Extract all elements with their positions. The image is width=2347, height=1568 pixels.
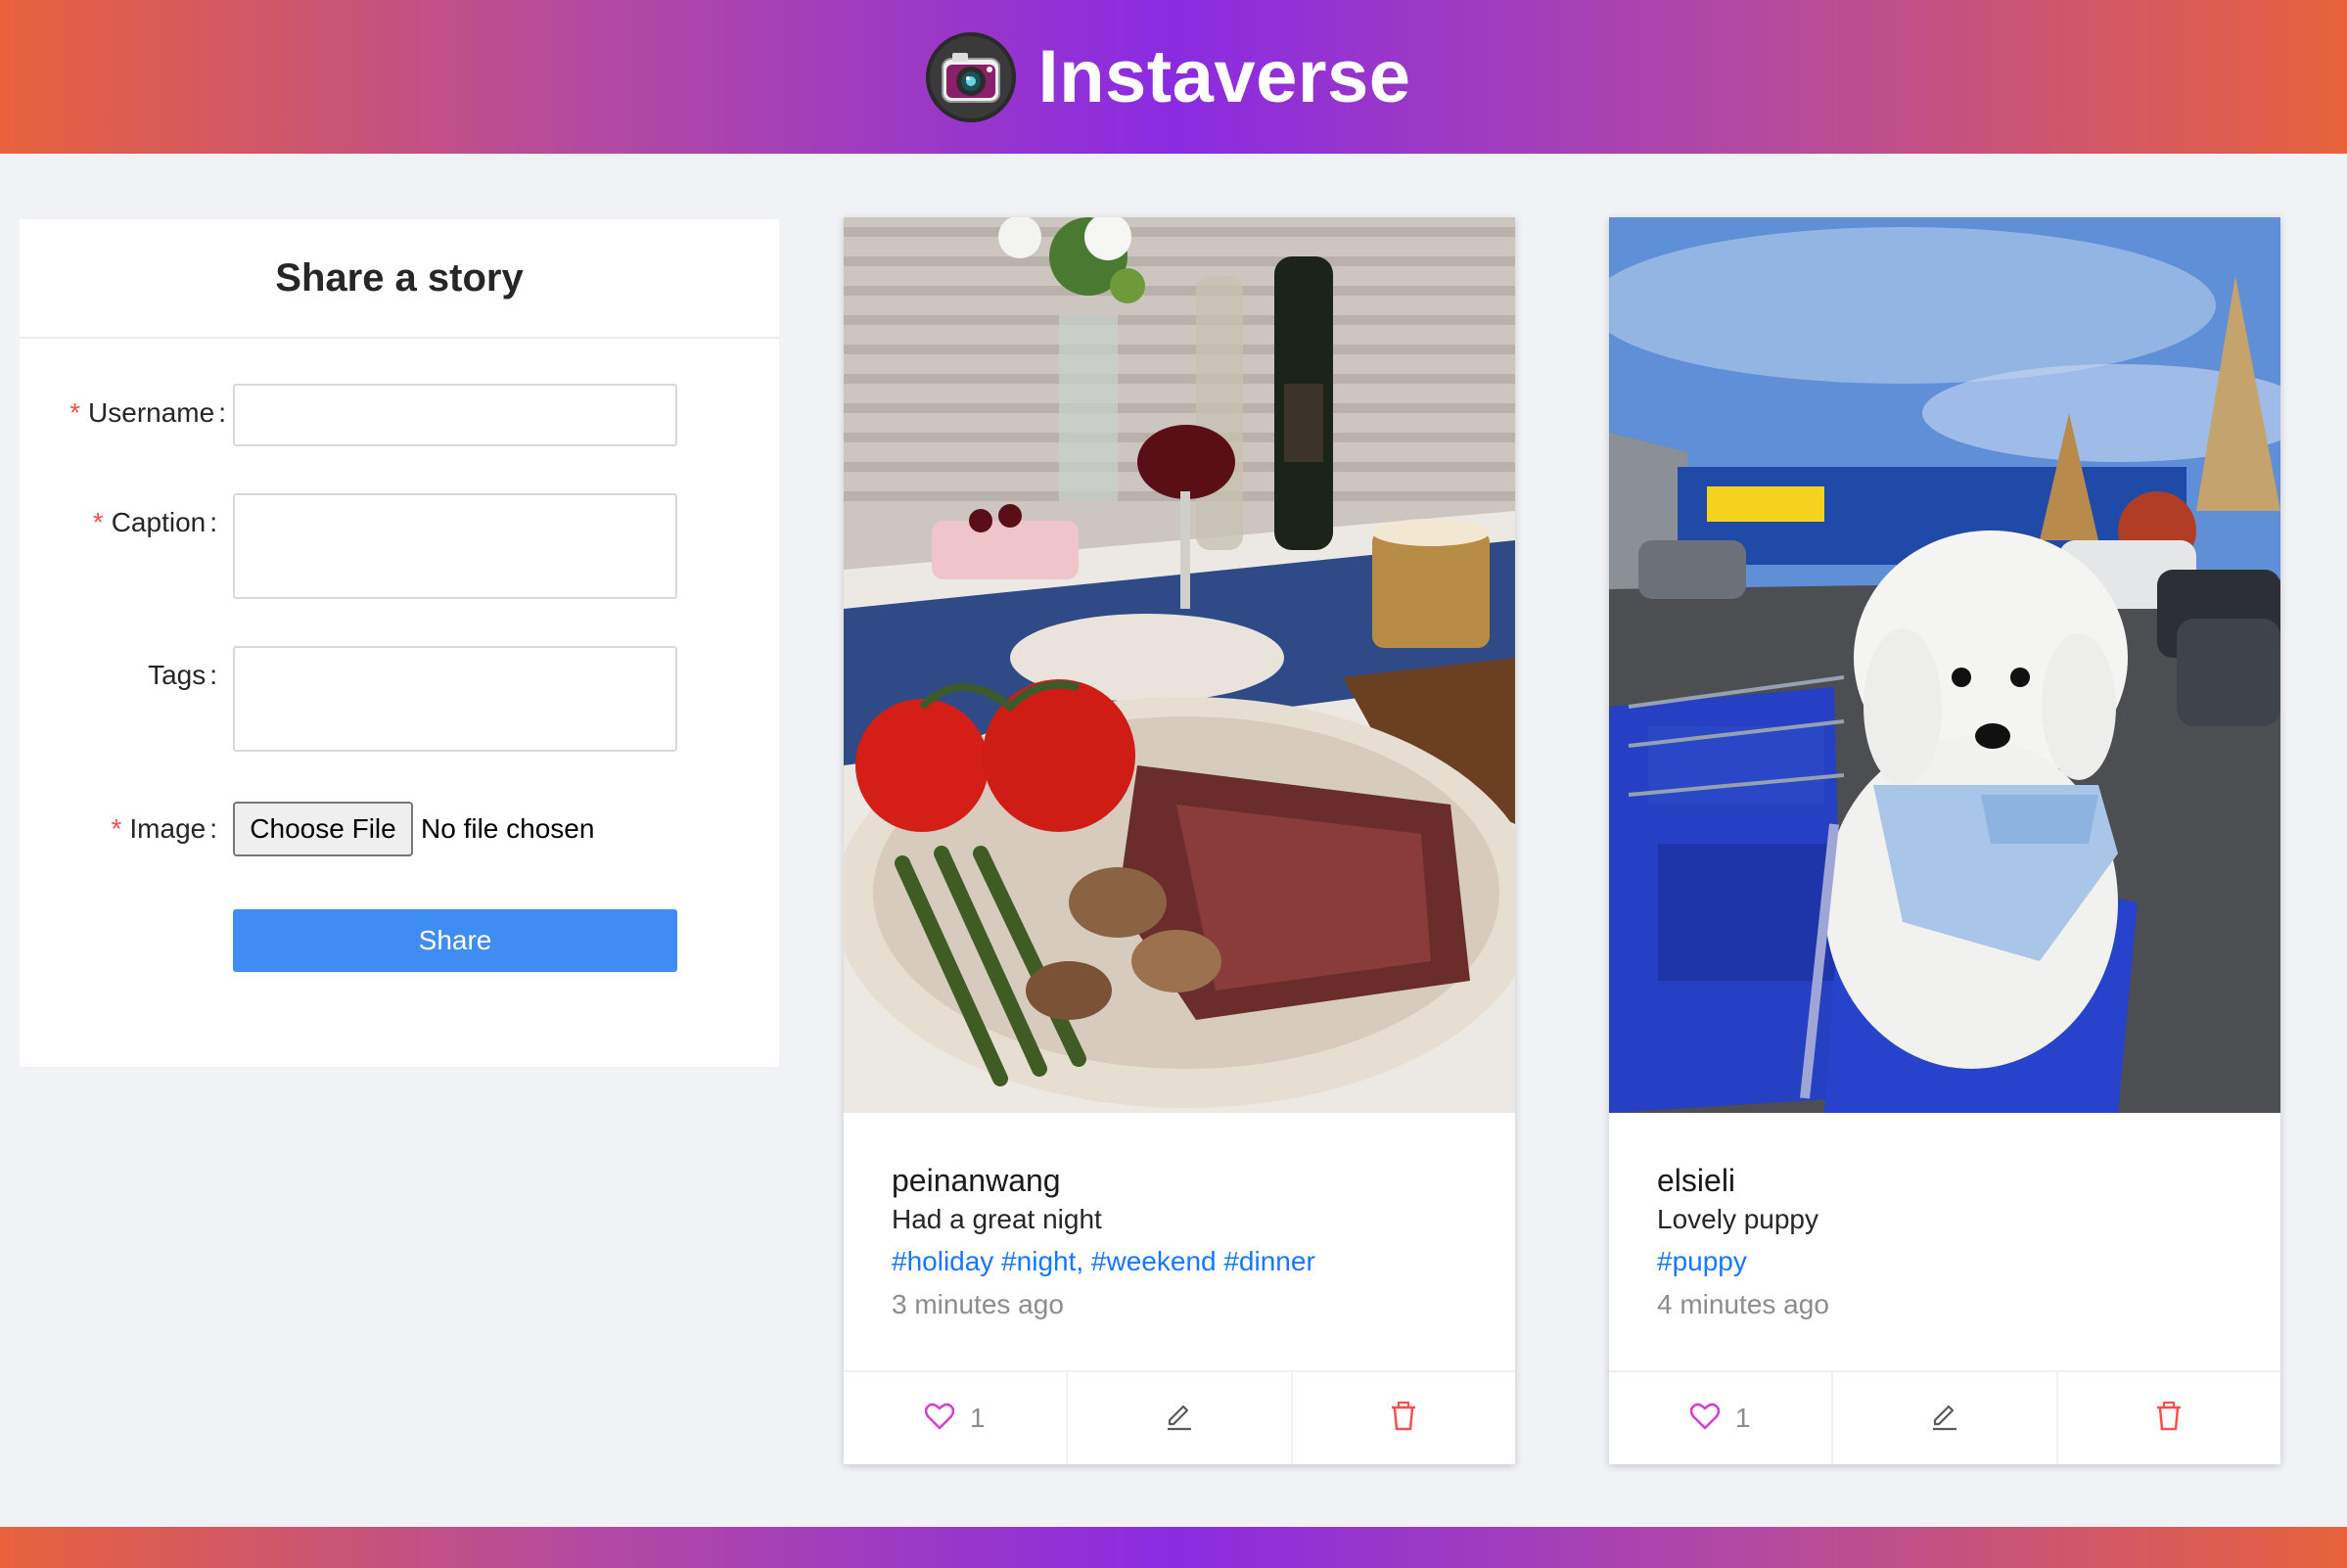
share-button[interactable]: Share bbox=[233, 909, 677, 972]
puppy-in-cart-photo bbox=[1609, 217, 2280, 1113]
trash-icon bbox=[2154, 1401, 2184, 1437]
post-caption: Had a great night bbox=[892, 1204, 1102, 1234]
delete-button[interactable] bbox=[2055, 1372, 2280, 1464]
brand: Instaverse bbox=[926, 31, 1411, 122]
share-story-form: Share a story * Username: * Caption: Tags: bbox=[20, 219, 779, 1067]
post-body: peinanwang Had a great night #holiday #n… bbox=[892, 1161, 1496, 1325]
edit-button[interactable] bbox=[1831, 1372, 2055, 1464]
post-tags[interactable]: #holiday #night, #weekend #dinner bbox=[892, 1239, 1496, 1284]
file-status: No file chosen bbox=[421, 813, 595, 844]
app-title: Instaverse bbox=[1037, 35, 1411, 118]
caption-textarea[interactable] bbox=[233, 493, 677, 599]
app-root: Instaverse Share a story * Username: * Cap… bbox=[0, 0, 2347, 1568]
post-actions: 1 bbox=[844, 1370, 1515, 1464]
top-header: Instaverse bbox=[0, 0, 2347, 154]
username-input[interactable] bbox=[233, 384, 677, 446]
edit-button[interactable] bbox=[1066, 1372, 1290, 1464]
tags-textarea[interactable] bbox=[233, 646, 677, 752]
delete-button[interactable] bbox=[1290, 1372, 1515, 1464]
image-label: * Image: bbox=[111, 813, 217, 844]
heart-icon bbox=[924, 1403, 955, 1435]
footer-bar bbox=[0, 1527, 2347, 1568]
username-label: * Username: bbox=[69, 397, 226, 428]
post-username: peinanwang bbox=[892, 1163, 1061, 1198]
post-actions: 1 bbox=[1609, 1370, 2280, 1464]
like-button[interactable]: 1 bbox=[844, 1372, 1066, 1464]
caption-label: * Caption: bbox=[92, 507, 217, 537]
post-caption: Lovely puppy bbox=[1657, 1204, 1819, 1234]
post-body: elsieli Lovely puppy #puppy 4 minutes ag… bbox=[1657, 1161, 2261, 1325]
edit-icon bbox=[1929, 1401, 1960, 1437]
post-time: 4 minutes ago bbox=[1657, 1289, 1829, 1319]
heart-icon bbox=[1689, 1403, 1721, 1435]
steak-dinner-photo bbox=[844, 217, 1515, 1113]
form-title: Share a story bbox=[275, 255, 524, 300]
tags-label: Tags: bbox=[148, 660, 217, 690]
form-header: Share a story bbox=[20, 219, 779, 339]
post-card: elsieli Lovely puppy #puppy 4 minutes ag… bbox=[1609, 217, 2280, 1464]
choose-file-button[interactable]: Choose File bbox=[233, 802, 413, 856]
post-time: 3 minutes ago bbox=[892, 1289, 1064, 1319]
like-count: 1 bbox=[969, 1403, 986, 1433]
post-card: peinanwang Had a great night #holiday #n… bbox=[844, 217, 1515, 1464]
edit-icon bbox=[1164, 1401, 1195, 1437]
post-username: elsieli bbox=[1657, 1163, 1736, 1198]
like-count: 1 bbox=[1734, 1403, 1751, 1433]
trash-icon bbox=[1389, 1401, 1418, 1437]
required-mark: * bbox=[111, 813, 122, 844]
required-mark: * bbox=[69, 397, 81, 428]
post-tags[interactable]: #puppy bbox=[1657, 1239, 2261, 1284]
required-mark: * bbox=[92, 507, 104, 537]
camera-icon bbox=[926, 31, 1017, 122]
like-button[interactable]: 1 bbox=[1609, 1372, 1831, 1464]
